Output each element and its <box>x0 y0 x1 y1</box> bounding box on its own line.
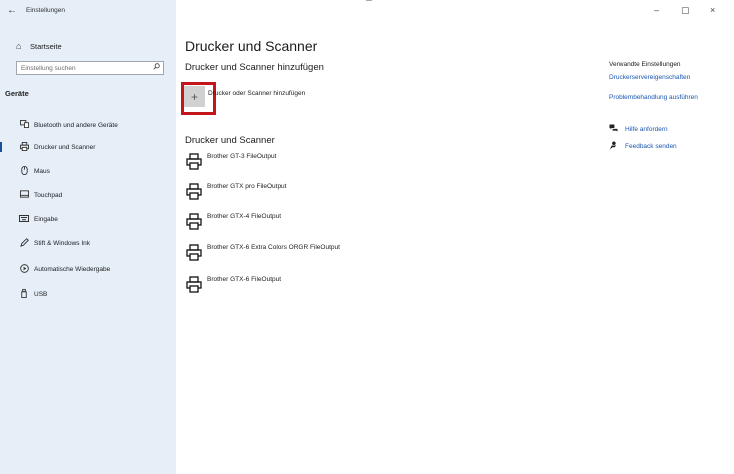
printer-icon <box>186 244 202 261</box>
group-title: Geräte <box>5 89 29 98</box>
link-problembehandlung[interactable]: Problembehandlung ausführen <box>609 94 698 101</box>
feedback-link[interactable]: Feedback senden <box>625 143 677 150</box>
usb-icon <box>17 288 31 300</box>
sidebar-item-label: Stift & Windows Ink <box>34 239 90 247</box>
maximize-icon[interactable]: ▢ <box>681 5 690 16</box>
help-link[interactable]: Hilfe anfordern <box>625 126 668 133</box>
printer-name: Brother GTX pro FileOutput <box>207 183 287 190</box>
main-content: – ▢ × Drucker und Scanner Drucker und Sc… <box>176 0 734 474</box>
add-printer-label[interactable]: Drucker oder Scanner hinzufügen <box>208 90 305 97</box>
app-title: Einstellungen <box>26 7 66 14</box>
sidebar: ← Einstellungen ⌂ Startseite Geräte Blue… <box>0 0 176 474</box>
close-icon[interactable]: × <box>710 5 715 15</box>
printer-icon <box>17 141 31 153</box>
printer-icon <box>186 213 202 230</box>
sidebar-item-label: USB <box>34 290 48 298</box>
sidebar-item-bluetooth[interactable]: Bluetooth und andere Geräte <box>0 118 176 132</box>
sidebar-item-label: Automatische Wiedergabe <box>34 265 111 273</box>
printer-name: Brother GTX-6 Extra Colors ORGR FileOutp… <box>207 244 340 251</box>
bluetooth-devices-icon <box>17 120 31 130</box>
divider <box>366 0 372 1</box>
search-box <box>16 61 164 75</box>
printer-icon <box>186 153 202 170</box>
minimize-icon[interactable]: – <box>654 5 659 15</box>
nav-home-label: Startseite <box>30 41 62 51</box>
printer-name: Brother GTX-6 FileOutput <box>207 276 282 283</box>
keyboard-icon <box>17 214 31 224</box>
add-section-heading: Drucker und Scanner hinzufügen <box>185 62 324 73</box>
search-input[interactable] <box>17 62 153 74</box>
search-icon[interactable] <box>153 63 160 72</box>
touchpad-icon <box>17 190 31 200</box>
sidebar-item-stift[interactable]: Stift & Windows Ink <box>0 236 176 250</box>
feedback-icon <box>609 141 617 152</box>
back-arrow-icon[interactable]: ← <box>6 6 18 16</box>
printer-name: Brother GT-3 FileOutput <box>207 153 277 160</box>
sidebar-item-autoplay[interactable]: Automatische Wiedergabe <box>0 262 176 276</box>
printer-name: Brother GTX-4 FileOutput <box>207 213 282 220</box>
printers-section-heading: Drucker und Scanner <box>185 135 275 146</box>
page-title: Drucker und Scanner <box>185 38 318 54</box>
related-settings-title: Verwandte Einstellungen <box>609 61 681 68</box>
pen-icon <box>17 237 31 249</box>
sidebar-item-eingabe[interactable]: Eingabe <box>0 212 176 226</box>
sidebar-item-drucker-und-scanner[interactable]: Drucker und Scanner <box>0 140 176 154</box>
mouse-icon <box>17 165 31 177</box>
sidebar-item-label: Touchpad <box>34 191 63 199</box>
title-bar: ← Einstellungen <box>0 0 176 22</box>
plus-icon: + <box>190 89 198 104</box>
sidebar-item-label: Eingabe <box>34 215 58 223</box>
sidebar-item-label: Maus <box>34 167 50 175</box>
sidebar-item-touchpad[interactable]: Touchpad <box>0 188 176 202</box>
sidebar-item-label: Drucker und Scanner <box>34 143 96 151</box>
add-printer-button[interactable]: + <box>184 86 205 107</box>
sidebar-item-label: Bluetooth und andere Geräte <box>34 121 118 129</box>
printer-icon <box>186 183 202 200</box>
nav-home[interactable]: ⌂ Startseite <box>16 40 62 52</box>
link-druckerservereigenschaften[interactable]: Druckerservereigenschaften <box>609 74 690 81</box>
sidebar-item-usb[interactable]: USB <box>0 287 176 301</box>
autoplay-icon <box>17 263 31 275</box>
help-chat-icon <box>609 124 618 134</box>
home-icon: ⌂ <box>16 41 22 51</box>
sidebar-item-maus[interactable]: Maus <box>0 164 176 178</box>
active-indicator <box>0 142 2 152</box>
printer-icon <box>186 276 202 293</box>
